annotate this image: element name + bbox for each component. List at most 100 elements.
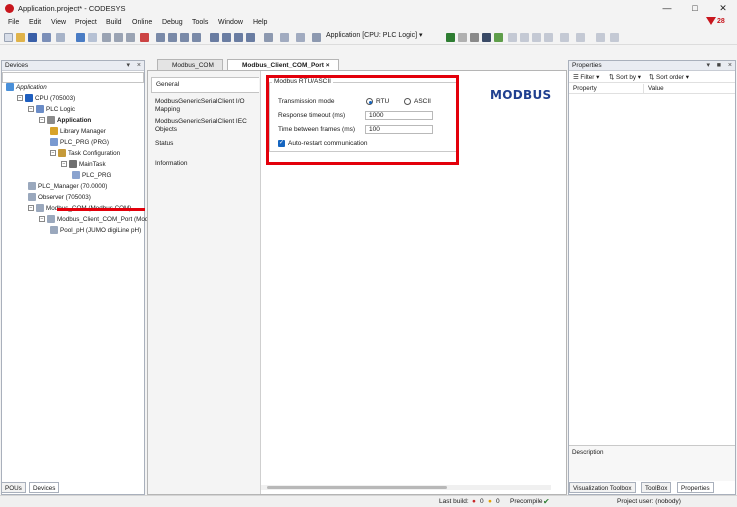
active-application-combo[interactable]: Application [CPU: PLC Logic] ▾ bbox=[326, 31, 423, 39]
tab-properties[interactable]: Properties bbox=[677, 482, 714, 493]
step-out-icon[interactable] bbox=[532, 33, 541, 42]
sidebar-item-iec-objects[interactable]: ModbusGenericSerialClient IEC Objects bbox=[151, 115, 259, 137]
tree-item[interactable]: − CPU (705003) bbox=[17, 94, 75, 104]
new-icon[interactable] bbox=[4, 33, 13, 42]
menu-window[interactable]: Window bbox=[218, 19, 243, 26]
tree-item[interactable]: Pool_pH (JUMO digiLine pH) bbox=[50, 226, 141, 236]
menu-build[interactable]: Build bbox=[106, 19, 122, 26]
expand-toggle-icon[interactable]: − bbox=[39, 216, 45, 223]
tree-item[interactable]: − Modbus_Client_COM_Port (Modbus bbox=[39, 215, 159, 225]
print-icon[interactable] bbox=[42, 33, 51, 42]
copy-icon[interactable] bbox=[114, 33, 123, 42]
scrollbar-thumb[interactable] bbox=[267, 486, 447, 489]
editor-horizontal-scrollbar[interactable] bbox=[261, 485, 551, 490]
tree-node-icon bbox=[25, 94, 33, 103]
reset-icon[interactable] bbox=[494, 33, 503, 42]
delete-icon[interactable] bbox=[140, 33, 149, 42]
logout-icon[interactable] bbox=[458, 33, 467, 42]
menu-project[interactable]: Project bbox=[75, 19, 97, 26]
project-user: Project user: (nobody) bbox=[617, 498, 681, 505]
expand-toggle-icon[interactable]: − bbox=[17, 95, 23, 102]
bookmark-clear-icon[interactable] bbox=[246, 33, 255, 42]
flow-control-icon[interactable] bbox=[610, 33, 619, 42]
sidebar-item-general[interactable]: General bbox=[151, 77, 259, 93]
tool-icon[interactable] bbox=[56, 33, 65, 42]
warning-icon: ● bbox=[488, 498, 492, 505]
find-icon[interactable] bbox=[156, 33, 165, 42]
tree-item[interactable]: PLC_PRG (PRG) bbox=[50, 138, 109, 148]
maximize-button[interactable]: □ bbox=[681, 0, 709, 17]
insert-icon[interactable] bbox=[280, 33, 289, 42]
tab-pous[interactable]: POUs bbox=[1, 482, 26, 493]
sidebar-item-information[interactable]: Information bbox=[151, 157, 259, 171]
tree-item[interactable]: Application bbox=[6, 83, 47, 93]
expand-toggle-icon[interactable]: − bbox=[28, 106, 34, 113]
expand-toggle-icon[interactable]: − bbox=[50, 150, 56, 157]
menu-debug[interactable]: Debug bbox=[162, 19, 183, 26]
minimize-button[interactable]: — bbox=[653, 0, 681, 17]
tree-item[interactable]: PLC_PRG bbox=[72, 171, 111, 181]
find-prev-icon[interactable] bbox=[192, 33, 201, 42]
tab-modbus-client-com-port[interactable]: Modbus_Client_COM_Port × bbox=[227, 59, 339, 70]
tab-toolbox[interactable]: ToolBox bbox=[641, 482, 672, 493]
editor-sidebar: General ModbusGenericSerialClient I/O Ma… bbox=[148, 71, 261, 494]
step-into-icon[interactable] bbox=[520, 33, 529, 42]
sidebar-item-io-mapping[interactable]: ModbusGenericSerialClient I/O Mapping bbox=[151, 95, 259, 117]
stop-icon[interactable] bbox=[470, 33, 479, 42]
write-values-icon[interactable] bbox=[560, 33, 569, 42]
pin-icon[interactable]: ▾ bbox=[126, 61, 130, 71]
build-icon[interactable] bbox=[264, 33, 273, 42]
find-replace-icon[interactable] bbox=[168, 33, 177, 42]
menu-tools[interactable]: Tools bbox=[192, 19, 208, 26]
cut-icon[interactable] bbox=[102, 33, 111, 42]
tree-item[interactable]: − Application bbox=[39, 116, 91, 126]
find-next-icon[interactable] bbox=[180, 33, 189, 42]
close-icon[interactable]: × bbox=[137, 61, 141, 71]
bookmark-next-icon[interactable] bbox=[222, 33, 231, 42]
debug-tool-icon[interactable] bbox=[482, 33, 491, 42]
bookmark-prev-icon[interactable] bbox=[234, 33, 243, 42]
tree-item[interactable]: Library Manager bbox=[50, 127, 106, 137]
expand-toggle-icon[interactable]: − bbox=[61, 161, 67, 168]
tree-item[interactable]: − MainTask bbox=[61, 160, 106, 170]
step-over-icon[interactable] bbox=[508, 33, 517, 42]
sort-by-button[interactable]: ⇅ Sort by ▾ bbox=[609, 72, 641, 83]
tab-modbus-com[interactable]: Modbus_COM bbox=[157, 59, 223, 70]
close-icon[interactable]: × bbox=[728, 61, 732, 71]
save-icon[interactable] bbox=[28, 33, 37, 42]
column-property[interactable]: Property bbox=[573, 84, 597, 94]
column-value[interactable]: Value bbox=[643, 84, 664, 94]
sort-order-button[interactable]: ⇅ Sort order ▾ bbox=[649, 72, 689, 83]
bookmark-icon[interactable] bbox=[210, 33, 219, 42]
tree-item[interactable]: PLC_Manager (70.0000) bbox=[28, 182, 107, 192]
close-tab-icon[interactable]: × bbox=[326, 62, 330, 69]
tree-item[interactable]: − PLC Logic bbox=[28, 105, 75, 115]
login-icon[interactable] bbox=[446, 33, 455, 42]
paste-icon[interactable] bbox=[126, 33, 135, 42]
force-values-icon[interactable] bbox=[576, 33, 585, 42]
filter-button[interactable]: ☰ Filter ▾ bbox=[573, 72, 599, 83]
menu-view[interactable]: View bbox=[51, 19, 66, 26]
menu-help[interactable]: Help bbox=[253, 19, 267, 26]
device-icon[interactable] bbox=[312, 33, 321, 42]
tab-devices[interactable]: Devices bbox=[29, 482, 60, 493]
tree-item[interactable]: Observer (705003) bbox=[28, 193, 91, 203]
codesys-brand-badge: 28 bbox=[706, 17, 725, 25]
redo-icon[interactable] bbox=[88, 33, 97, 42]
tab-visualization-toolbox[interactable]: Visualization Toolbox bbox=[569, 482, 636, 493]
close-button[interactable]: ✕ bbox=[709, 0, 737, 17]
menu-online[interactable]: Online bbox=[132, 19, 152, 26]
menu-file[interactable]: File bbox=[8, 19, 19, 26]
tree-item[interactable]: − Task Configuration bbox=[50, 149, 120, 159]
run-to-cursor-icon[interactable] bbox=[544, 33, 553, 42]
sidebar-item-status[interactable]: Status bbox=[151, 137, 259, 151]
table-icon[interactable] bbox=[296, 33, 305, 42]
dropdown-icon[interactable]: ▾ bbox=[706, 61, 710, 71]
open-icon[interactable] bbox=[16, 33, 25, 42]
expand-toggle-icon[interactable]: − bbox=[39, 117, 45, 124]
pin-icon[interactable]: ■ bbox=[717, 61, 721, 71]
expand-toggle-icon[interactable]: − bbox=[28, 205, 34, 212]
menu-edit[interactable]: Edit bbox=[29, 19, 41, 26]
undo-icon[interactable] bbox=[76, 33, 85, 42]
watch-icon[interactable] bbox=[596, 33, 605, 42]
